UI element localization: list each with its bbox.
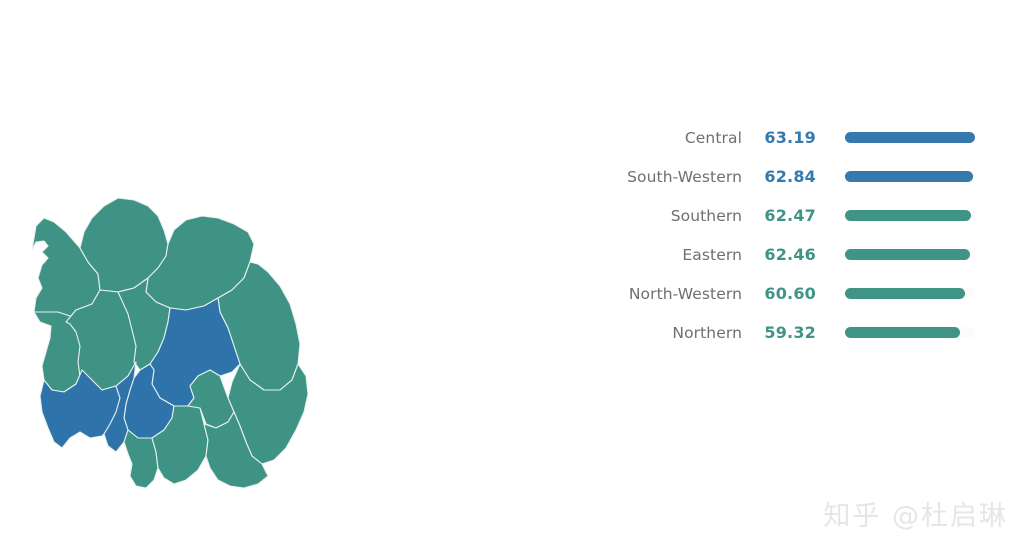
row-bar — [845, 288, 975, 299]
row-bar — [845, 210, 975, 221]
table-row[interactable]: Northern 59.32 — [560, 313, 1005, 352]
row-label: Southern — [670, 206, 742, 225]
row-label: North-Western — [628, 284, 742, 303]
row-value: 62.46 — [764, 245, 816, 264]
table-row[interactable]: Eastern 62.46 — [560, 235, 1005, 274]
table-row[interactable]: North-Western 60.60 — [560, 274, 1005, 313]
row-value: 63.19 — [764, 128, 816, 147]
row-bar — [845, 249, 975, 260]
row-bar-fill — [845, 327, 961, 338]
row-value: 62.47 — [764, 206, 816, 225]
row-bar-fill — [845, 210, 971, 221]
row-bar — [845, 327, 975, 338]
poland-voivodeships-map — [31, 197, 309, 489]
table-row[interactable]: Southern 62.47 — [560, 196, 1005, 235]
row-label: Central — [684, 128, 742, 147]
row-value: 60.60 — [764, 284, 816, 303]
row-value: 59.32 — [764, 323, 816, 342]
watermark: 知乎 @杜启琳 — [823, 501, 1008, 532]
row-bar-fill — [845, 171, 973, 182]
row-bar-fill — [845, 288, 965, 299]
row-label: South-Western — [627, 167, 742, 186]
regions-bar-chart: Central 63.19 South-Western 62.84 Southe… — [560, 118, 1005, 352]
row-value: 62.84 — [764, 167, 816, 186]
row-bar — [845, 171, 975, 182]
table-row[interactable]: South-Western 62.84 — [560, 157, 1005, 196]
row-bar-fill — [845, 249, 971, 260]
row-bar-fill — [845, 132, 975, 143]
table-row[interactable]: Central 63.19 — [560, 118, 1005, 157]
row-label: Northern — [672, 323, 742, 342]
row-bar — [845, 132, 975, 143]
row-label: Eastern — [682, 245, 742, 264]
map-panel — [18, 186, 338, 511]
